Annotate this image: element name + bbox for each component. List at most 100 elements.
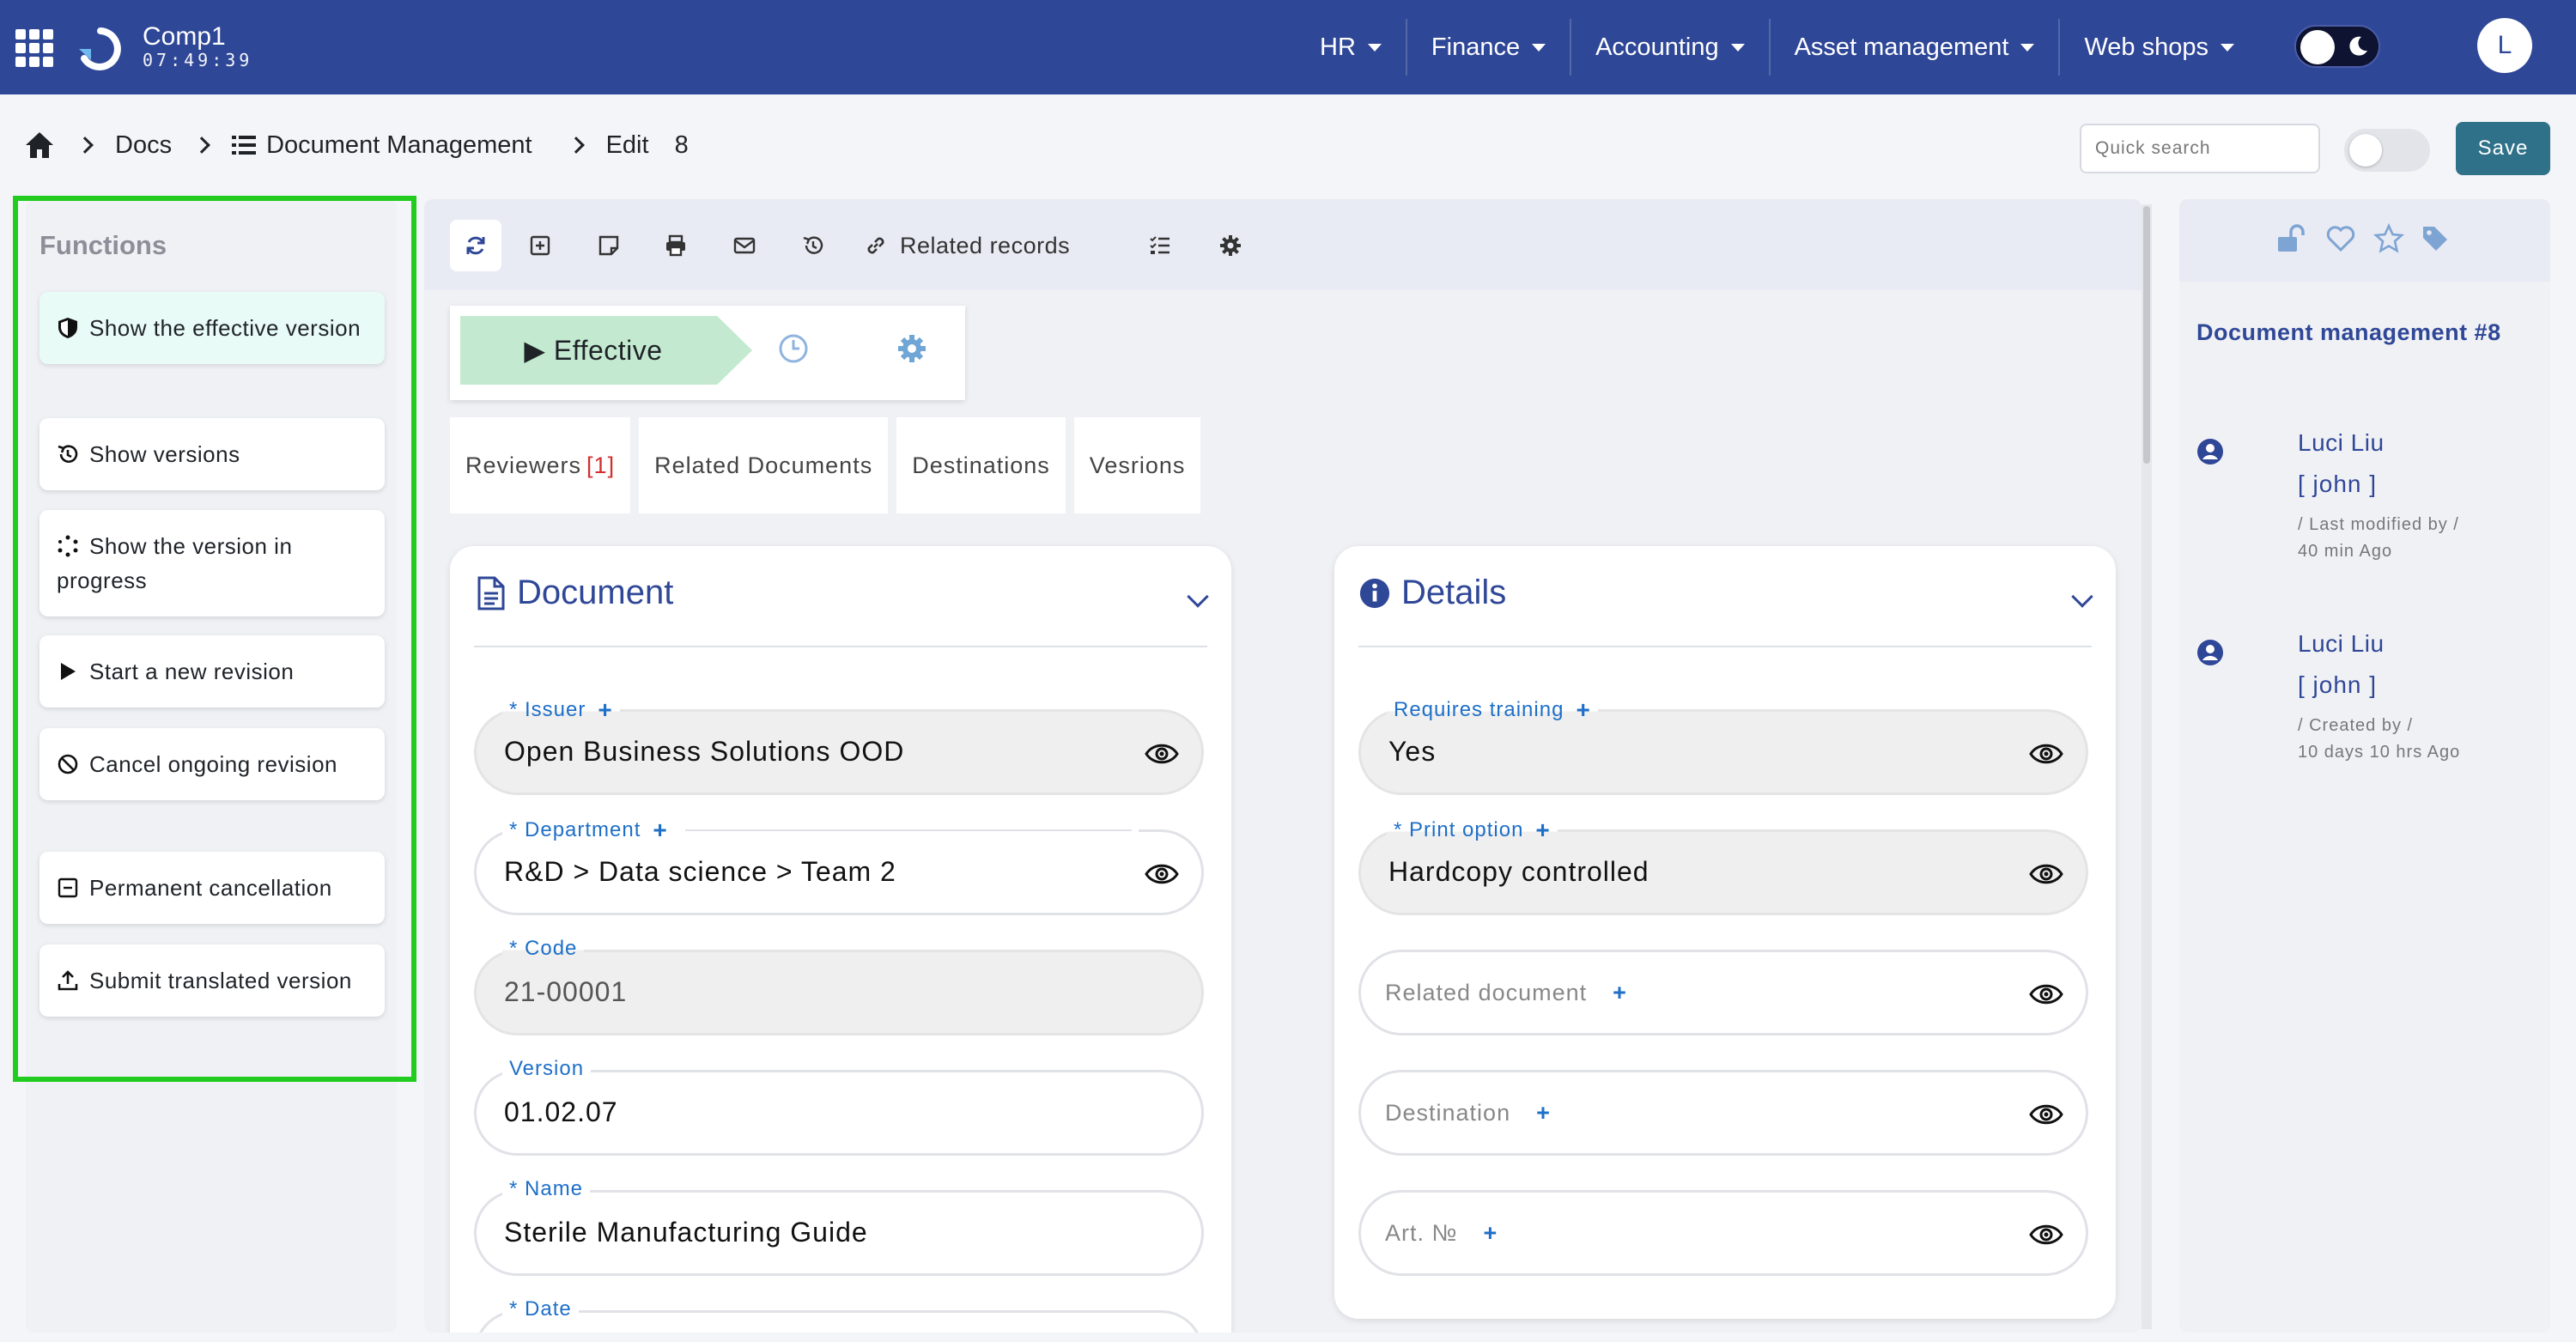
related-document-field[interactable]: Related document + bbox=[1358, 950, 2088, 1035]
field-label: * Print option + bbox=[1387, 817, 1558, 844]
chevron-right-icon bbox=[76, 137, 94, 154]
caret-down-icon bbox=[2221, 43, 2234, 52]
apps-grid-icon[interactable] bbox=[15, 29, 53, 67]
checklist-button[interactable] bbox=[1139, 220, 1182, 271]
checklist-icon bbox=[1150, 236, 1170, 254]
tab-reviewers[interactable]: Reviewers [1] bbox=[450, 417, 631, 513]
collapse-chevron-icon[interactable] bbox=[1187, 586, 1209, 608]
menu-asset-management[interactable]: Asset management bbox=[1771, 19, 2061, 76]
collapse-chevron-icon[interactable] bbox=[2071, 586, 2093, 608]
function-label: Start a new revision bbox=[89, 659, 295, 684]
eye-icon[interactable] bbox=[1145, 859, 1179, 889]
add-icon[interactable]: + bbox=[1613, 980, 1627, 1006]
new-record-button[interactable] bbox=[519, 220, 562, 271]
settings-button[interactable] bbox=[1209, 220, 1252, 271]
history-name[interactable]: Luci Liu bbox=[2298, 630, 2385, 658]
field-label: Version bbox=[502, 1057, 592, 1081]
note-button[interactable] bbox=[587, 220, 630, 271]
label-rule bbox=[684, 829, 1132, 831]
add-icon[interactable]: + bbox=[1483, 1220, 1498, 1247]
add-icon[interactable]: + bbox=[1576, 696, 1590, 724]
history-user[interactable]: [ john ] bbox=[2298, 471, 2377, 498]
print-button[interactable] bbox=[654, 220, 697, 271]
requires-training-field[interactable]: Requires training + Yes bbox=[1358, 696, 2088, 795]
star-icon[interactable] bbox=[2373, 223, 2404, 254]
unlock-icon[interactable] bbox=[2275, 223, 2306, 254]
start-new-revision-button[interactable]: Start a new revision bbox=[39, 635, 385, 707]
eye-icon[interactable] bbox=[2029, 739, 2063, 768]
heart-icon[interactable] bbox=[2325, 223, 2356, 254]
divider bbox=[474, 646, 1207, 647]
department-value: R&D > Data science > Team 2 bbox=[504, 856, 896, 887]
eye-icon[interactable] bbox=[2029, 1100, 2063, 1129]
related-records-button[interactable]: Related records bbox=[864, 220, 1070, 271]
breadcrumb-module[interactable]: Document Management bbox=[266, 131, 532, 160]
gear-icon[interactable] bbox=[895, 331, 929, 366]
menu-hr[interactable]: HR bbox=[1296, 19, 1407, 76]
eye-icon[interactable] bbox=[2029, 1220, 2063, 1249]
quick-search-input[interactable] bbox=[2080, 124, 2320, 173]
show-effective-version-button[interactable]: Show the effective version bbox=[39, 292, 385, 364]
code-field: * Code 21-00001 bbox=[474, 937, 1204, 1035]
version-field[interactable]: Version 01.02.07 bbox=[474, 1057, 1204, 1156]
eye-icon[interactable] bbox=[2029, 980, 2063, 1009]
details-card-header: Details bbox=[1358, 574, 1506, 612]
history-time: 40 min Ago bbox=[2298, 542, 2393, 561]
tab-destinations[interactable]: Destinations bbox=[896, 417, 1066, 513]
user-avatar[interactable]: L bbox=[2477, 18, 2532, 73]
record-toolbar: Related records bbox=[424, 199, 2142, 290]
art-no-field[interactable]: Art. № + bbox=[1358, 1190, 2088, 1276]
issuer-value: Open Business Solutions OOD bbox=[504, 736, 905, 767]
add-icon[interactable]: + bbox=[1535, 817, 1550, 844]
name-field[interactable]: * Name Sterile Manufacturing Guide bbox=[474, 1177, 1204, 1276]
department-field[interactable]: * Department + R&D > Data science > Team … bbox=[474, 817, 1204, 915]
autosave-toggle[interactable] bbox=[2344, 129, 2430, 172]
menu-finance[interactable]: Finance bbox=[1407, 19, 1572, 76]
show-version-in-progress-button[interactable]: Show the version in progress bbox=[39, 510, 385, 616]
show-versions-button[interactable]: Show versions bbox=[39, 418, 385, 490]
print-icon bbox=[666, 234, 685, 257]
breadcrumb: Docs Document Management Edit 8 bbox=[24, 131, 689, 160]
field-label: Requires training + bbox=[1387, 696, 1598, 724]
envelope-icon bbox=[733, 237, 756, 254]
requires-training-label: Requires training bbox=[1394, 698, 1564, 721]
eye-icon[interactable] bbox=[1145, 739, 1179, 768]
status-effective[interactable]: ▶ Effective bbox=[460, 316, 752, 385]
print-option-value: Hardcopy controlled bbox=[1388, 856, 1649, 887]
breadcrumb-docs[interactable]: Docs bbox=[115, 131, 172, 160]
add-icon[interactable]: + bbox=[598, 696, 612, 724]
add-icon[interactable]: + bbox=[653, 817, 667, 844]
refresh-icon bbox=[466, 236, 485, 255]
history-user[interactable]: [ john ] bbox=[2298, 671, 2377, 699]
add-icon[interactable]: + bbox=[1536, 1100, 1551, 1126]
history-button[interactable] bbox=[792, 220, 835, 271]
caret-down-icon bbox=[1532, 43, 1546, 52]
main-scrollbar[interactable] bbox=[2142, 204, 2152, 1329]
refresh-button[interactable] bbox=[450, 220, 501, 271]
history-name[interactable]: Luci Liu bbox=[2298, 429, 2385, 457]
menu-accounting[interactable]: Accounting bbox=[1571, 19, 1771, 76]
email-button[interactable] bbox=[723, 220, 766, 271]
tab-related-documents[interactable]: Related Documents bbox=[639, 417, 889, 513]
dark-mode-toggle[interactable] bbox=[2294, 25, 2380, 68]
menu-label: Accounting bbox=[1595, 33, 1719, 61]
company-name[interactable]: Comp1 bbox=[143, 22, 226, 52]
home-icon[interactable] bbox=[24, 131, 55, 160]
save-button[interactable]: Save bbox=[2456, 122, 2550, 175]
field-placeholder: Destination + bbox=[1385, 1100, 1551, 1126]
eye-icon[interactable] bbox=[2029, 859, 2063, 889]
destination-field[interactable]: Destination + bbox=[1358, 1070, 2088, 1156]
tab-label: Vesrions bbox=[1089, 452, 1186, 478]
date-field[interactable]: * Date bbox=[474, 1297, 1204, 1333]
print-option-field[interactable]: * Print option + Hardcopy controlled bbox=[1358, 817, 2088, 915]
scrollbar-thumb[interactable] bbox=[2143, 206, 2150, 464]
menu-web-shops[interactable]: Web shops bbox=[2060, 19, 2258, 76]
submit-translated-version-button[interactable]: Submit translated version bbox=[39, 944, 385, 1017]
cancel-ongoing-revision-button[interactable]: Cancel ongoing revision bbox=[39, 728, 385, 800]
clock-icon[interactable] bbox=[776, 331, 811, 366]
tag-icon[interactable] bbox=[2420, 223, 2451, 254]
issuer-field[interactable]: * Issuer + Open Business Solutions OOD bbox=[474, 696, 1204, 795]
tab-versions[interactable]: Vesrions bbox=[1073, 417, 1201, 513]
permanent-cancellation-button[interactable]: Permanent cancellation bbox=[39, 852, 385, 924]
details-card-title: Details bbox=[1401, 574, 1507, 611]
